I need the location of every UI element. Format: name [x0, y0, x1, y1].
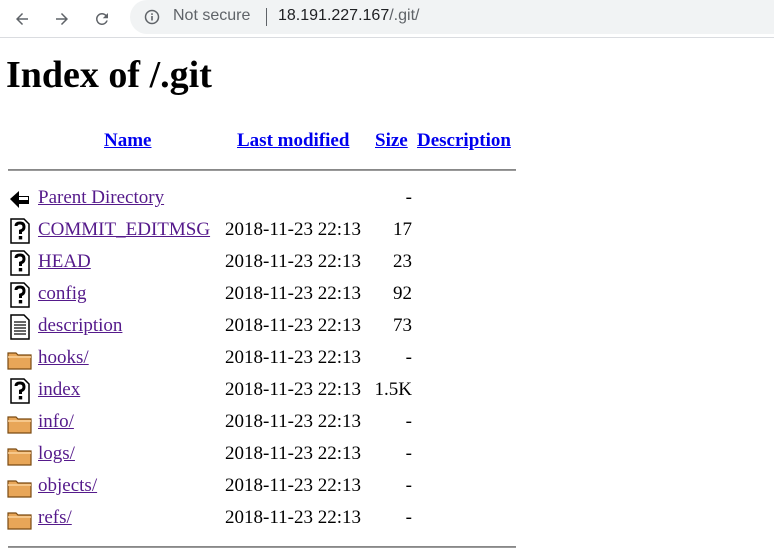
url-host: 18.191.227.167: [278, 7, 390, 24]
size-cell: -: [405, 347, 412, 368]
file-link[interactable]: hooks/: [38, 347, 89, 369]
last-modified-cell: 2018-11-23 22:13: [225, 443, 361, 464]
last-modified-cell: 2018-11-23 22:13: [225, 379, 361, 400]
file-link[interactable]: refs/: [38, 507, 72, 529]
file-link[interactable]: config: [38, 283, 87, 305]
table-row: hooks/2018-11-23 22:13 -: [0, 343, 520, 375]
folder-icon[interactable]: [7, 346, 33, 372]
sort-by-description-link[interactable]: Description: [417, 130, 511, 152]
last-modified-cell: 2018-11-23 22:13: [225, 283, 361, 304]
file-link[interactable]: info/: [38, 411, 74, 433]
file-link[interactable]: index: [38, 379, 80, 401]
file-link[interactable]: objects/: [38, 475, 97, 497]
file-link[interactable]: description: [38, 315, 122, 337]
folder-icon[interactable]: [7, 474, 33, 500]
last-modified-cell: 2018-11-23 22:13: [225, 507, 361, 528]
info-icon[interactable]: [144, 9, 160, 25]
last-modified-cell: 2018-11-23 22:13: [225, 347, 361, 368]
size-cell: -: [405, 507, 412, 528]
unknown-file-icon[interactable]: [7, 218, 33, 244]
unknown-file-icon[interactable]: [7, 250, 33, 276]
unknown-file-icon[interactable]: [7, 378, 33, 404]
unknown-file-icon[interactable]: [7, 282, 33, 308]
sort-by-size-link[interactable]: Size: [375, 130, 408, 152]
back-button[interactable]: [7, 4, 37, 34]
last-modified-cell: 2018-11-23 22:13: [225, 315, 361, 336]
sort-by-last-modified-link[interactable]: Last modified: [237, 130, 349, 152]
folder-icon[interactable]: [7, 410, 33, 436]
table-row: index 2018-11-23 22:13 1.5K: [0, 375, 520, 407]
size-cell: -: [405, 187, 412, 208]
table-row: logs/2018-11-23 22:13 -: [0, 439, 520, 471]
reload-button[interactable]: [87, 4, 117, 34]
forward-arrow-icon: [56, 13, 68, 25]
size-cell: 92: [393, 283, 412, 304]
page-title: Index of /.git: [6, 54, 212, 96]
back-arrow-icon: [16, 13, 28, 25]
last-modified-cell: 2018-11-23 22:13: [225, 251, 361, 272]
last-modified-cell: 2018-11-23 22:13: [225, 219, 361, 240]
address-bar[interactable]: Not secure 18.191.227.167/.git/: [130, 0, 774, 34]
file-link[interactable]: COMMIT_EDITMSG: [38, 219, 210, 241]
forward-button[interactable]: [47, 4, 77, 34]
url-text[interactable]: 18.191.227.167/.git/: [278, 7, 419, 25]
folder-icon[interactable]: [7, 506, 33, 532]
omnibox-separator: [266, 8, 267, 26]
sort-by-name-link[interactable]: Name: [104, 130, 151, 152]
size-cell: 17: [393, 219, 412, 240]
table-row: refs/2018-11-23 22:13 -: [0, 503, 520, 535]
file-link[interactable]: HEAD: [38, 251, 91, 273]
last-modified-cell: 2018-11-23 22:13: [225, 475, 361, 496]
size-cell: 1.5K: [374, 379, 412, 400]
table-row: description 2018-11-23 22:13 73: [0, 311, 520, 343]
security-label[interactable]: Not secure: [173, 7, 250, 25]
header-divider: [8, 169, 516, 171]
browser-toolbar: Not secure 18.191.227.167/.git/: [0, 0, 774, 38]
reload-icon: [95, 12, 108, 25]
text-file-icon[interactable]: [7, 314, 33, 340]
footer-divider: [8, 546, 516, 548]
last-modified-cell: 2018-11-23 22:13: [225, 411, 361, 432]
table-row: objects/2018-11-23 22:13 -: [0, 471, 520, 503]
table-row: Parent Directory -: [0, 183, 520, 215]
url-path: /.git/: [389, 7, 420, 24]
size-cell: 23: [393, 251, 412, 272]
size-cell: -: [405, 443, 412, 464]
table-row: info/2018-11-23 22:13 -: [0, 407, 520, 439]
table-row: COMMIT_EDITMSG 2018-11-23 22:13 17: [0, 215, 520, 247]
file-link[interactable]: logs/: [38, 443, 75, 465]
table-row: HEAD 2018-11-23 22:13 23: [0, 247, 520, 279]
file-link[interactable]: Parent Directory: [38, 187, 164, 209]
size-cell: 73: [393, 315, 412, 336]
back-icon[interactable]: [7, 186, 33, 212]
table-row: config 2018-11-23 22:13 92: [0, 279, 520, 311]
size-cell: -: [405, 411, 412, 432]
folder-icon[interactable]: [7, 442, 33, 468]
size-cell: -: [405, 475, 412, 496]
